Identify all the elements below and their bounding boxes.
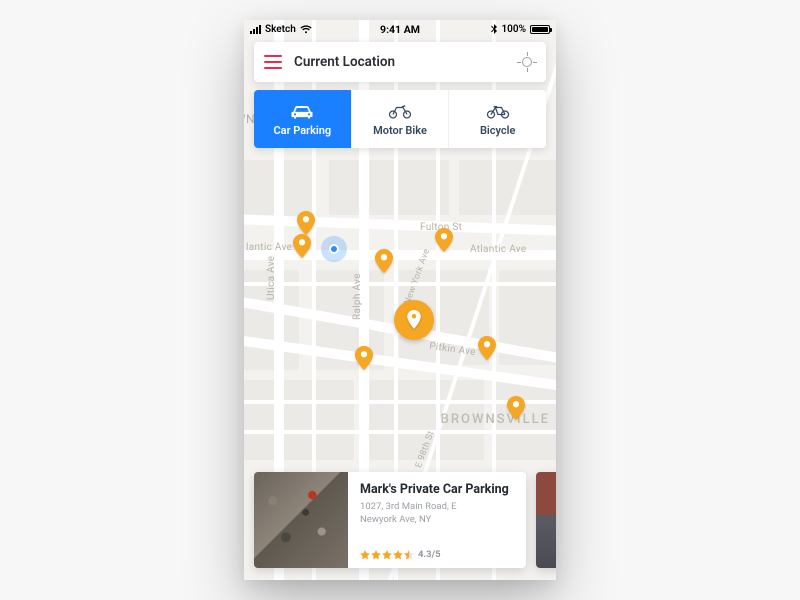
battery-pct: 100%	[501, 24, 526, 35]
signal-icon	[250, 25, 261, 34]
map-pin[interactable]	[435, 228, 453, 252]
street-label: lantic Ave	[246, 242, 292, 253]
street-label: Ralph Ave	[352, 273, 363, 320]
map-pin-selected[interactable]	[394, 300, 434, 340]
battery-icon	[530, 25, 550, 34]
location-title[interactable]: Current Location	[294, 54, 518, 70]
search-bar[interactable]: Current Location	[254, 42, 546, 82]
tab-motor-bike[interactable]: Motor Bike	[351, 90, 449, 148]
result-name: Mark's Private Car Parking	[360, 482, 516, 497]
street-label: Utica Ave	[266, 256, 277, 300]
status-bar: Sketch 9:41 AM 100%	[244, 20, 556, 38]
carrier-label: Sketch	[265, 24, 296, 35]
result-thumbnail	[254, 472, 348, 568]
bluetooth-icon	[491, 24, 497, 34]
result-card-next[interactable]	[536, 472, 556, 568]
map-pin[interactable]	[355, 346, 373, 370]
map-pin[interactable]	[507, 396, 525, 420]
tab-bicycle[interactable]: Bicycle	[448, 90, 546, 148]
tab-label: Bicycle	[480, 124, 515, 137]
locate-me-icon[interactable]	[518, 53, 536, 71]
tab-car-parking[interactable]: Car Parking	[254, 90, 351, 148]
result-carousel[interactable]: Mark's Private Car Parking 1027, 3rd Mai…	[254, 472, 556, 568]
result-address: 1027, 3rd Main Road, ENewyork Ave, NY	[360, 501, 516, 527]
result-rating: 4.3/5	[360, 549, 516, 560]
street-label: Atlantic Ave	[470, 244, 527, 255]
clock: 9:41 AM	[380, 23, 420, 36]
result-thumbnail	[536, 472, 556, 568]
map-pin[interactable]	[375, 249, 393, 273]
wifi-icon	[300, 25, 312, 34]
map-pin[interactable]	[297, 211, 315, 235]
car-icon	[288, 102, 316, 120]
district-label: BROWNSVILLE	[441, 412, 550, 427]
category-tabs: Car Parking Motor Bike Bicycle	[254, 90, 546, 148]
bicycle-icon	[484, 102, 512, 120]
tab-label: Car Parking	[273, 124, 331, 137]
result-card[interactable]: Mark's Private Car Parking 1027, 3rd Mai…	[254, 472, 526, 568]
phone-frame: VNT lantic Ave Atlantic Ave Fulton St Pi…	[244, 20, 556, 580]
current-location-dot	[329, 244, 339, 254]
tab-label: Motor Bike	[373, 124, 427, 137]
motorbike-icon	[386, 102, 414, 120]
map-pin[interactable]	[478, 336, 496, 360]
map-pin[interactable]	[293, 234, 311, 258]
menu-icon[interactable]	[264, 55, 282, 69]
